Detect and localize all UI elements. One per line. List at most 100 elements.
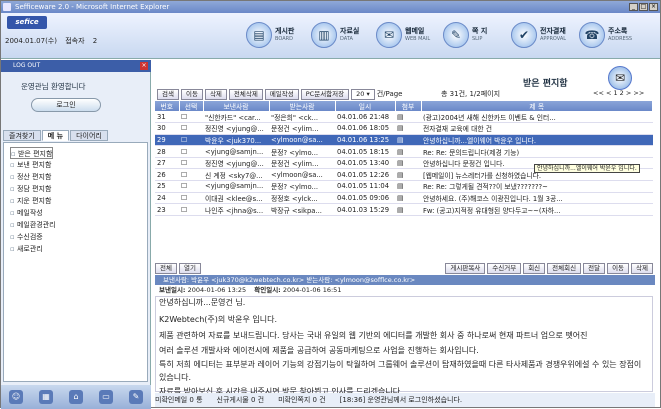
row-checkbox[interactable]: ☐ bbox=[179, 180, 203, 193]
nav-approval-label: 전자결재 bbox=[540, 27, 566, 35]
table-row[interactable]: 30 ☐ 정진영 <yjung@... 문정건 <ylim... 04.01.06 18… bbox=[155, 122, 653, 135]
table-row[interactable]: 25 ☐ <yjung@samjn... 문정? <ylmo... 04.01.05 1… bbox=[155, 180, 653, 193]
menu-item-inbox[interactable]: 받은 편지함 bbox=[10, 147, 54, 159]
menu-item-settle[interactable]: 정산 편지함 bbox=[10, 171, 141, 183]
table-row[interactable]: 24 ☐ 이대권 <klee@s... 정정호 <ylck... 04.01.05 09… bbox=[155, 192, 653, 205]
row-checkbox[interactable]: ☐ bbox=[179, 203, 203, 216]
select-all-button[interactable]: 전체 bbox=[155, 262, 177, 274]
move-mail-button[interactable]: 이동 bbox=[607, 262, 630, 274]
calendar-icon[interactable]: ▦ bbox=[39, 390, 53, 404]
unread-mail-status[interactable]: 미확인메일 0 통 bbox=[155, 393, 203, 407]
row-subject[interactable]: 안녕하십니까...엘이웨어 박윤우 입니다. bbox=[421, 134, 653, 147]
menu-item-receipt[interactable]: 수신검증 bbox=[10, 231, 141, 243]
mail-dates: 보낸일시: 2004-01-06 13:25 확인일시: 2004-01-06 … bbox=[155, 285, 655, 295]
nav-note[interactable]: ✎ 쪽 지 SLIP bbox=[443, 17, 487, 53]
nav-board[interactable]: ▤ 게시판 BOARD bbox=[246, 17, 294, 53]
table-row[interactable]: 28 ☐ <yjung@samjn... 문정? <ylmo... 04.01.05 1… bbox=[155, 145, 653, 158]
row-checkbox[interactable]: ☐ bbox=[179, 145, 203, 158]
col-date[interactable]: 일시 bbox=[335, 101, 396, 111]
nav-data-label: 자료실 bbox=[340, 27, 360, 35]
col-to[interactable]: 받는사람 bbox=[269, 101, 336, 111]
nav-webmail[interactable]: ✉ 웹메일 WEB MAIL bbox=[376, 17, 430, 53]
tab-diary[interactable]: 다이어리 bbox=[70, 130, 108, 141]
nav-approval[interactable]: ✔ 전자결재 APPROVAL bbox=[511, 17, 566, 53]
unread-notes-status[interactable]: 미확인쪽지 0 건 bbox=[278, 393, 326, 407]
col-no[interactable]: 번호 bbox=[155, 101, 180, 111]
row-checkbox[interactable]: ☐ bbox=[179, 111, 203, 124]
delete-button[interactable]: 삭제 bbox=[204, 88, 227, 100]
copy-to-board-button[interactable]: 게시판복사 bbox=[445, 262, 486, 274]
row-checkbox[interactable]: ☐ bbox=[179, 134, 203, 147]
nav-webmail-sub: WEB MAIL bbox=[405, 36, 431, 42]
home-icon[interactable]: ⌂ bbox=[69, 390, 83, 404]
nav-data[interactable]: ▥ 자료실 DATA bbox=[311, 17, 359, 53]
menu-item-deleted[interactable]: 지운 편지함 bbox=[10, 195, 141, 207]
table-row[interactable]: 23 ☐ 나인주 <jhna@s... 박장규 <sikpa... 04.01.03 1… bbox=[155, 203, 653, 216]
row-subject[interactable]: 안녕하세요. (주)해코스 이광진입니다. 1월 3공... bbox=[421, 192, 653, 205]
col-from[interactable]: 보낸사람 bbox=[203, 101, 270, 111]
login-button[interactable]: 로그인 bbox=[31, 98, 101, 112]
row-subject[interactable]: Re: Re: 문의드립니다(제경 기능) bbox=[421, 145, 653, 158]
block-sender-button[interactable]: 수신거부 bbox=[487, 262, 522, 274]
tab-favorites[interactable]: 즐겨찾기 bbox=[3, 130, 41, 141]
delete-mail-button[interactable]: 삭제 bbox=[631, 262, 653, 274]
logout-label[interactable]: LOG OUT bbox=[13, 62, 40, 69]
row-from: 신 계정 <sky7@... bbox=[203, 168, 269, 182]
row-no: 24 bbox=[155, 192, 179, 205]
move-button[interactable]: 이동 bbox=[180, 88, 203, 100]
browser-window: Sefficeware 2.0 - Microsoft Internet Exp… bbox=[0, 0, 661, 409]
menu-item-keep[interactable]: 정담 편지함 bbox=[10, 183, 141, 195]
close-icon[interactable]: × bbox=[140, 62, 148, 70]
row-attach-icon: ▤ bbox=[395, 192, 421, 205]
subject-tooltip: 안녕하십니까...엘이웨어 박윤우 입니다. bbox=[534, 164, 640, 173]
memo-icon[interactable]: ✎ bbox=[129, 390, 143, 404]
pager[interactable]: << < 1 2 > >> bbox=[593, 89, 644, 97]
col-select[interactable]: 선택 bbox=[179, 101, 204, 111]
menu-item-settings[interactable]: 메일환경관리 bbox=[10, 219, 141, 231]
row-checkbox[interactable]: ☐ bbox=[179, 192, 203, 205]
nav-board-label: 게시판 bbox=[275, 27, 295, 35]
mail-body-line: 제품 관련하여 자료를 보내드립니다. 당사는 국내 유일의 웹 기반의 에디터… bbox=[159, 331, 588, 340]
row-checkbox[interactable]: ☐ bbox=[179, 157, 203, 170]
row-subject[interactable]: (광고)2004년 새해 신한카드 이벤트 & 인터... bbox=[421, 111, 653, 124]
row-subject[interactable]: Fw: (공고)지적정 유대형된 양다두고~~(자하... bbox=[421, 203, 653, 216]
open-button[interactable]: 열기 bbox=[178, 262, 201, 274]
delete-all-button[interactable]: 전체삭제 bbox=[228, 88, 263, 100]
row-to: 문정건 <ylim... bbox=[269, 122, 335, 135]
reply-all-button[interactable]: 전체회신 bbox=[547, 262, 582, 274]
people-icon[interactable]: ☺ bbox=[9, 390, 23, 404]
col-attach[interactable]: 첨부 bbox=[395, 101, 422, 111]
reply-button[interactable]: 회신 bbox=[523, 262, 546, 274]
mail-table: 번호 선택 보낸사람 받는사람 일시 첨부 제 목 31 ☐ "신한카드" <car… bbox=[155, 101, 653, 216]
page-size-select[interactable]: 20 ▾ bbox=[351, 88, 375, 100]
nav-address[interactable]: ☎ 주소록 ADDRESS bbox=[579, 17, 632, 53]
row-subject[interactable]: 전자결재 교육에 대한 건 bbox=[421, 122, 653, 135]
tab-menu[interactable]: 메 뉴 bbox=[41, 130, 70, 141]
table-row[interactable]: 31 ☐ "신한카드" <car... "정은희" <ck... 04.01.06 21… bbox=[155, 111, 653, 124]
row-subject[interactable]: Re: Re: 그렇게될 견적??이 보냈???????~ bbox=[421, 180, 653, 193]
menu-item-manage[interactable]: 새로관리 bbox=[10, 243, 141, 255]
compose-button[interactable]: 메일작성 bbox=[264, 88, 299, 100]
title-bar: Sefficeware 2.0 - Microsoft Internet Exp… bbox=[1, 1, 660, 13]
table-row-selected[interactable]: 29 ☐ 박윤우 <juk370... <ylmoon@sa... 04.01.06 1… bbox=[155, 134, 653, 147]
row-checkbox[interactable]: ☐ bbox=[179, 122, 203, 135]
minimize-button[interactable]: _ bbox=[629, 3, 638, 11]
row-to: 문정건 <ylim... bbox=[269, 157, 335, 170]
new-posts-status[interactable]: 신규게시물 0 건 bbox=[217, 393, 265, 407]
row-to: 박장규 <sikpa... bbox=[269, 203, 335, 216]
folder-icon[interactable]: ▭ bbox=[99, 390, 113, 404]
row-checkbox[interactable]: ☐ bbox=[179, 168, 203, 182]
col-subject[interactable]: 제 목 bbox=[421, 101, 653, 111]
approval-icon: ✔ bbox=[511, 22, 537, 48]
row-no: 28 bbox=[155, 145, 179, 158]
menu-item-sent[interactable]: 보낸 편지함 bbox=[10, 159, 141, 171]
save-pc-button[interactable]: PC문서함저장 bbox=[300, 88, 350, 100]
close-button[interactable]: × bbox=[649, 3, 658, 11]
row-attach-icon: ▤ bbox=[395, 157, 421, 170]
search-button[interactable]: 검색 bbox=[157, 88, 179, 100]
maximize-button[interactable]: □ bbox=[639, 3, 648, 11]
menu-item-compose[interactable]: 메일작성 bbox=[10, 207, 141, 219]
row-no: 25 bbox=[155, 180, 179, 193]
forward-button[interactable]: 전달 bbox=[583, 262, 606, 274]
logout-bar[interactable]: LOG OUT × bbox=[1, 60, 151, 72]
